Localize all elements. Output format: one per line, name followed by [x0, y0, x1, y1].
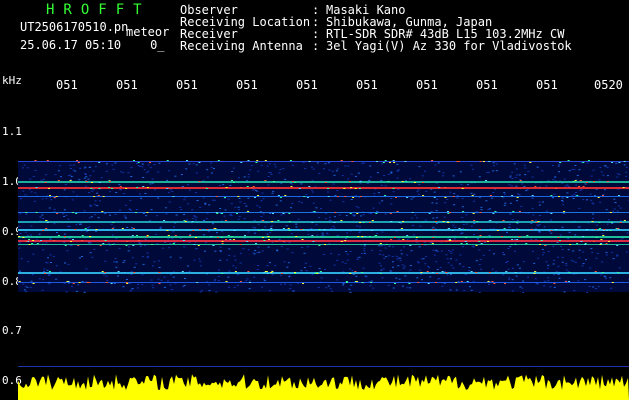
spectrogram-canvas [18, 160, 629, 400]
time-tick: 051 [116, 78, 138, 92]
time-tick: 051 [416, 78, 438, 92]
time-axis: 051 051 051 051 051 051 051 051 051 0520 [0, 78, 629, 92]
time-tick: 051 [536, 78, 558, 92]
station-info: Observer: Masaki Kano Receiving Location:… [180, 4, 572, 52]
signal-band [18, 272, 629, 274]
capture-datetime: 25.06.17 05:10 0_ [20, 38, 165, 52]
time-tick: 051 [356, 78, 378, 92]
guide-line [18, 366, 629, 367]
time-tick: 051 [176, 78, 198, 92]
time-tick: 051 [476, 78, 498, 92]
signal-band [18, 161, 629, 162]
signal-band [18, 236, 629, 238]
amplitude-trace [18, 374, 629, 400]
signal-band [18, 212, 629, 213]
time-tick: 051 [56, 78, 78, 92]
signal-band [18, 196, 629, 197]
time-tick: 051 [296, 78, 318, 92]
image-filename: UT2506170510.pn [20, 20, 129, 34]
signal-band [18, 282, 629, 283]
app-brand: HROFFT [46, 2, 151, 18]
signal-band [18, 244, 629, 245]
signal-band [18, 240, 629, 242]
header: HROFFT UT2506170510.pn meteor 25.06.17 0… [0, 0, 629, 74]
capture-counter: 0_ [150, 38, 165, 52]
station-row: Receiving Antenna:3el Yagi(V) Az 330 for… [180, 39, 572, 53]
mode-label: meteor [126, 25, 170, 39]
spectrogram-plot [18, 96, 629, 400]
time-tick: 051 [236, 78, 258, 92]
time-tick: 0520 [594, 78, 623, 92]
